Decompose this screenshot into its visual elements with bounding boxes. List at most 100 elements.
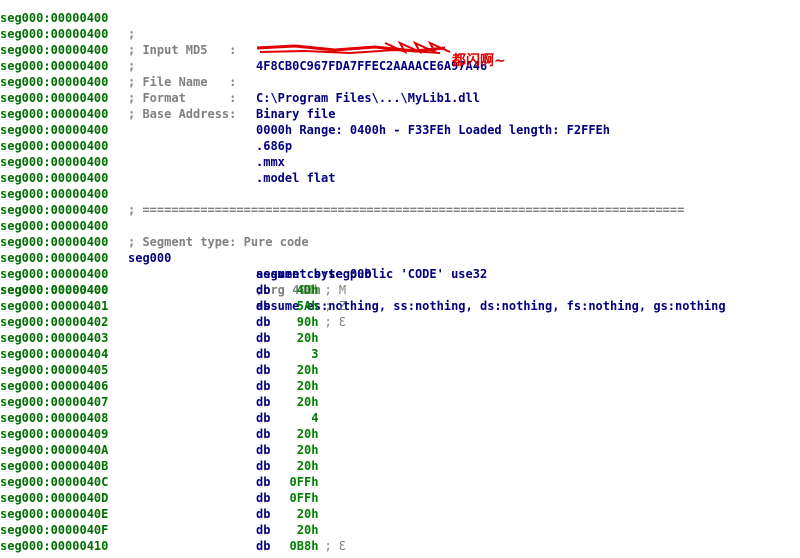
db-value: 3 (311, 347, 319, 361)
disassembly-listing[interactable]: seg000:00000400 ; seg000:00000400 ; Inpu… (0, 0, 800, 554)
line-address: seg000:00000404 (0, 347, 109, 361)
line-address: seg000:00000410 (0, 539, 109, 553)
db-mnemonic: db (256, 459, 271, 473)
db-value: 20h (296, 379, 319, 393)
listing-line[interactable]: seg000:00000401 db 5Ah ; Z (0, 298, 800, 314)
listing-line[interactable]: seg000:00000400 assume es:nothing, ss:no… (0, 266, 800, 313)
db-instruction: db 20h (256, 362, 318, 378)
db-instruction: db 20h (256, 458, 318, 474)
db-instruction: db 20h (256, 426, 318, 442)
listing-line[interactable]: seg000:00000400 (0, 186, 800, 217)
db-instruction: db 0FFh (256, 474, 318, 490)
listing-line[interactable]: seg000:00000400 ; Base Address: 0000h Ra… (0, 74, 800, 137)
db-comment: ; Ɛ (324, 539, 347, 553)
listing-line[interactable]: seg000:00000406 db 20h (0, 378, 800, 394)
listing-line[interactable]: seg000:00000400 seg000 segment byte publ… (0, 218, 800, 281)
listing-line[interactable]: seg000:0000040A db 20h (0, 442, 800, 458)
listing-line[interactable]: seg000:00000400 .686p (0, 106, 800, 153)
handwritten-annotation: 都闪啊~ (452, 53, 506, 69)
db-mnemonic: db (256, 395, 271, 409)
db-value: 0B8h (289, 539, 319, 553)
db-mnemonic: db (256, 347, 271, 361)
db-instruction: db 5Ah ; Z (256, 298, 346, 314)
db-instruction: db 4 (256, 410, 318, 426)
line-address: seg000:00000402 (0, 315, 109, 329)
listing-line[interactable]: seg000:00000403 db 20h (0, 330, 800, 346)
db-value: 20h (296, 443, 319, 457)
line-address: seg000:00000409 (0, 427, 109, 441)
db-value: 0FFh (289, 475, 319, 489)
listing-line[interactable]: seg000:00000410 db 0B8h ; Ɛ (0, 538, 800, 554)
db-mnemonic: db (256, 523, 271, 537)
db-mnemonic: db (256, 379, 271, 393)
listing-line[interactable]: seg000:00000400 db 4Dh ; M (0, 282, 800, 298)
listing-line[interactable]: seg000:00000400 ; Format : Binary file (0, 58, 800, 121)
line-address: seg000:00000407 (0, 395, 109, 409)
db-value: 20h (296, 523, 319, 537)
db-value: 20h (296, 331, 319, 345)
db-mnemonic: db (256, 427, 271, 441)
listing-line[interactable]: seg000:00000400 .mmx (0, 122, 800, 169)
listing-line[interactable]: seg000:00000400 .model flat (0, 138, 800, 185)
db-mnemonic: db (256, 331, 271, 345)
db-mnemonic: db (256, 315, 271, 329)
line-address: seg000:0000040C (0, 475, 109, 489)
db-instruction: db 0FFh (256, 490, 318, 506)
listing-line[interactable]: seg000:0000040B db 20h (0, 458, 800, 474)
listing-line[interactable]: seg000:00000407 db 20h (0, 394, 800, 410)
db-instruction: db 3 (256, 346, 318, 362)
listing-line[interactable]: seg000:00000400 ; File Name : C:\Program… (0, 40, 800, 105)
db-instruction: db 90h ; Ɛ (256, 314, 346, 330)
listing-line[interactable]: seg000:0000040F db 20h (0, 522, 800, 538)
byte-definitions: seg000:00000400 db 4Dh ; M seg000:00000401 db… (0, 282, 800, 554)
listing-line[interactable]: seg000:00000404 db 3 (0, 346, 800, 362)
db-instruction: db 20h (256, 378, 318, 394)
db-mnemonic: db (256, 299, 271, 313)
db-value: 20h (296, 507, 319, 521)
db-instruction: db 0B8h ; Ɛ (256, 538, 346, 554)
db-comment: ; M (324, 283, 347, 297)
listing-line[interactable]: seg000:00000400 ; (0, 26, 800, 73)
db-mnemonic: db (256, 363, 271, 377)
line-address: seg000:00000400 (0, 283, 109, 297)
listing-line[interactable]: seg000:0000040E db 20h (0, 506, 800, 522)
listing-line[interactable]: seg000:00000400 assume cs:seg000 (0, 234, 800, 281)
listing-line[interactable]: seg000:00000400 (0, 154, 800, 185)
db-value: 20h (296, 427, 319, 441)
listing-line[interactable]: seg000:0000040D db 0FFh (0, 490, 800, 506)
line-address: seg000:00000408 (0, 411, 109, 425)
db-mnemonic: db (256, 475, 271, 489)
db-value: 5Ah (296, 299, 319, 313)
db-value: 90h (296, 315, 319, 329)
listing-line[interactable]: seg000:00000402 db 90h ; Ɛ (0, 314, 800, 330)
listing-line[interactable]: seg000:00000400 ;org 400h (0, 250, 800, 297)
line-address: seg000:0000040E (0, 507, 109, 521)
listing-line[interactable]: seg000:0000040C db 0FFh (0, 474, 800, 490)
db-instruction: db 20h (256, 330, 318, 346)
line-address: seg000:0000040F (0, 523, 109, 537)
line-address: seg000:0000040D (0, 491, 109, 505)
db-mnemonic: db (256, 491, 271, 505)
listing-line[interactable]: seg000:00000400 ; Segment type: Pure cod… (0, 202, 800, 249)
line-address: seg000:00000405 (0, 363, 109, 377)
listing-line[interactable]: seg000:00000400 ; ======================… (0, 170, 800, 217)
db-comment: ; Ɛ (324, 315, 347, 329)
listing-line[interactable]: seg000:00000400 ; (0, 0, 800, 41)
db-mnemonic: db (256, 539, 271, 553)
db-value: 0FFh (289, 491, 319, 505)
db-value: 4 (311, 411, 319, 425)
listing-line[interactable]: seg000:00000409 db 20h (0, 426, 800, 442)
db-instruction: db 20h (256, 506, 318, 522)
db-mnemonic: db (256, 411, 271, 425)
db-mnemonic: db (256, 507, 271, 521)
line-address: seg000:00000403 (0, 331, 109, 345)
db-value: 4Dh (296, 283, 319, 297)
line-address: seg000:00000401 (0, 299, 109, 313)
listing-line[interactable]: seg000:00000400 (0, 90, 800, 121)
db-value: 20h (296, 363, 319, 377)
listing-line[interactable]: seg000:00000405 db 20h (0, 362, 800, 378)
db-instruction: db 20h (256, 522, 318, 538)
listing-line[interactable]: seg000:00000408 db 4 (0, 410, 800, 426)
listing-line[interactable]: seg000:00000400 ; Input MD5 : 4F8CB0C967… (0, 10, 800, 73)
db-value: 20h (296, 459, 319, 473)
